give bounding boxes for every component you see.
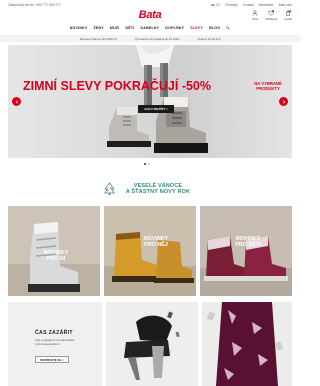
nav-item-sale[interactable]: SLEVY	[190, 26, 203, 30]
carousel-dot-2[interactable]	[148, 163, 150, 165]
customer-service-text: Zákaznický servis: +420 777 992 277	[8, 3, 61, 7]
card-men-label: NOVINKY PRO NĚJ	[136, 236, 176, 248]
promo-model-image	[202, 302, 292, 386]
promo-text: Styl a elegance do kancelářer i před wee…	[35, 338, 75, 346]
main-nav: NOVINKY ŽENY MUŽI DĚTI KABELKY DOPLŇKY S…	[0, 24, 300, 32]
xmas-text: VESELÉ VÁNOCE A ŠŤASTNÝ NOVÝ ROK	[118, 183, 198, 195]
hero-subtitle: NA VYBRANÉ PRODUKTY	[248, 81, 288, 91]
benefit-returns: Vrácení do 60 dnů	[197, 36, 221, 41]
carousel-dot-1[interactable]	[144, 163, 146, 165]
promo-button[interactable]: INSPIRUJTE SE >	[35, 356, 69, 363]
hero-prev-button[interactable]	[12, 97, 21, 106]
stores-link[interactable]: Prodejny	[225, 3, 238, 7]
card-kids-label: NOVINKY PRO DĚTI	[228, 236, 268, 248]
country-selector[interactable]: CZ	[210, 3, 221, 7]
xmas-line2: A ŠŤASTNÝ NOVÝ ROK	[125, 189, 191, 196]
wishlist-button[interactable]: Oblíbené	[265, 10, 277, 21]
promo-text-box: ČAS ZAZÁŘIT Styl a elegance do kanceláře…	[8, 302, 102, 386]
bata-club-link[interactable]: Bata club	[279, 3, 292, 7]
xmas-greeting: VESELÉ VÁNOCE A ŠŤASTNÝ NOVÝ ROK	[0, 180, 300, 202]
promo-image-shoes[interactable]	[106, 302, 198, 386]
nav-item-blog[interactable]: BLOG	[209, 26, 220, 30]
christmas-tree-icon	[104, 182, 115, 195]
card-men[interactable]: NOVINKY PRO NĚJ	[104, 206, 196, 296]
hero-title: ZIMNÍ SLEVY POKRAČUJÍ -50%	[23, 79, 212, 93]
card-women-line2: PRO NI	[46, 256, 66, 262]
promo-title: ČAS ZAZÁŘIT	[35, 330, 73, 336]
benefit-free-shipping: Doprava zdarma nad 1000 Kč	[79, 36, 117, 41]
card-men-image	[104, 206, 196, 296]
bata-logo[interactable]: Bata	[128, 9, 172, 21]
bag-icon	[286, 10, 292, 16]
promo-shoes-image	[106, 302, 198, 386]
card-women[interactable]: NOVINKY PRO NI	[8, 206, 100, 296]
card-men-line2: PRO NĚJ	[144, 242, 168, 248]
card-kids-image	[200, 206, 292, 296]
contact-link[interactable]: Kontakt	[243, 3, 254, 7]
promo-section: ČAS ZAZÁŘIT Styl a elegance do kanceláře…	[8, 302, 292, 386]
card-women-label: NOVINKY PRO NI	[36, 250, 76, 262]
hero-next-button[interactable]	[279, 97, 288, 106]
wishlist-label: Oblíbené	[265, 17, 278, 21]
hero-cta-button[interactable]: CHCI USETŘIT >	[138, 105, 174, 113]
nav-item-doplnky[interactable]: DOPLŇKY	[165, 26, 184, 30]
cart-button[interactable]: Košík	[284, 10, 292, 21]
card-kids-line2: PRO DĚTI	[235, 242, 261, 248]
top-links: CZ Prodejny Kontakt Newsletter Bata club	[210, 3, 292, 7]
nav-item-muzi[interactable]: MUŽI	[110, 26, 120, 30]
card-kids[interactable]: NOVINKY PRO DĚTI	[200, 206, 292, 296]
category-cards: NOVINKY PRO NI NOVINKY PRO NĚJ NOVINKY P…	[8, 206, 292, 296]
heart-icon	[268, 10, 275, 16]
country-code: CZ	[215, 3, 221, 7]
header-icons: Účet Oblíbené Košík	[252, 10, 292, 21]
cart-label: Košík	[284, 17, 292, 21]
nav-item-deti[interactable]: DĚTI	[126, 26, 135, 30]
benefits-bar: Doprava zdarma nad 1000 Kč Vyzvednutí na…	[0, 35, 300, 42]
account-button[interactable]: Účet	[252, 10, 258, 21]
nav-item-novinky[interactable]: NOVINKY	[70, 26, 88, 30]
nav-item-zeny[interactable]: ŽENY	[94, 26, 104, 30]
hero-banner[interactable]: ZIMNÍ SLEVY POKRAČUJÍ -50% NA VYBRANÉ PR…	[8, 45, 292, 158]
czech-flag-icon	[210, 3, 215, 7]
hero-subtitle-line2: PRODUKTY	[256, 85, 280, 91]
hero-boot-left-image	[107, 107, 151, 147]
nav-item-kabelky[interactable]: KABELKY	[141, 26, 160, 30]
chevron-left-icon	[15, 99, 18, 104]
newsletter-link[interactable]: Newsletter	[259, 3, 274, 7]
benefit-pickup: Vyzvednutí na prodejně do 24 hodin	[134, 36, 180, 41]
chevron-right-icon	[282, 99, 285, 104]
carousel-dots	[144, 163, 150, 165]
account-label: Účet	[252, 17, 259, 21]
promo-image-model[interactable]	[202, 302, 292, 386]
user-icon	[252, 10, 258, 16]
search-icon[interactable]	[226, 26, 231, 30]
